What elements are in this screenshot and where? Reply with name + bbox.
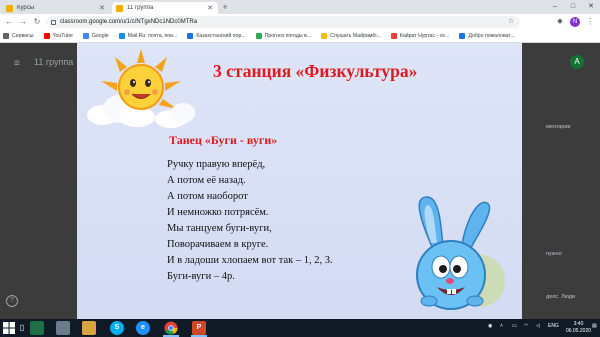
poem-line: Поворачиваем в круге.	[167, 239, 269, 250]
poem-line: Ручку правую вперёд,	[167, 159, 266, 170]
mailru-icon	[118, 33, 125, 39]
bookmark-portal[interactable]: Казахстанский пор...	[187, 33, 246, 39]
cloud-right	[155, 103, 195, 128]
forward-button[interactable]: →	[18, 17, 28, 27]
music-icon	[321, 33, 328, 39]
classroom-icon	[6, 4, 13, 12]
photos-icon[interactable]	[56, 321, 70, 335]
windows-taskbar: ▯ S e P ◉ ˄ ▭ ◠ ◁ ENG 3:40 06.05.2020 ▤	[0, 319, 600, 337]
poem-line: И в ладоши хлопаем вот так – 1, 2, 3.	[167, 255, 333, 266]
close-tab-icon[interactable]: ✕	[206, 4, 214, 12]
bookmark-music-2[interactable]: Кайрат Нуртас - се...	[390, 33, 450, 39]
bookmark-services[interactable]: Сервисы	[3, 33, 34, 39]
classroom-icon	[116, 4, 123, 12]
sun-illustration	[87, 49, 195, 128]
skype-icon[interactable]: S	[110, 321, 124, 335]
maximize-button[interactable]: □	[564, 0, 582, 14]
bookmark-label: Прогноз погоды в...	[264, 33, 312, 39]
address-bar[interactable]: classroom.google.com/u/1/c/NTgxNDc1NDc0M…	[46, 16, 520, 28]
people-icon[interactable]: ◉	[488, 323, 492, 329]
clock-time: 3:40	[573, 321, 584, 327]
slide-title: 3 станция «Физкультура»	[213, 61, 418, 81]
system-clock[interactable]: 3:40 06.05.2020	[566, 321, 591, 335]
windows-start-icon[interactable]	[3, 322, 15, 334]
extension-icon[interactable]: ◆	[555, 17, 565, 27]
notifications-icon[interactable]: ▤	[592, 323, 597, 329]
battery-icon[interactable]: ▭	[512, 323, 517, 329]
side-text: нужно	[546, 251, 562, 257]
reload-button[interactable]: ↻	[32, 17, 42, 27]
bookmark-label: YouTube	[52, 33, 73, 39]
wifi-icon[interactable]: ◠	[524, 323, 528, 329]
tab-strip: Курсы ✕ 11 группа ✕ + – □ ✕	[0, 0, 600, 14]
url-text: classroom.google.com/u/1/c/NTgxNDc1NDc0M…	[60, 19, 198, 25]
bookmark-youtube[interactable]: YouTube	[43, 33, 73, 39]
close-tab-icon[interactable]: ✕	[98, 4, 106, 12]
portal-icon	[187, 33, 194, 39]
presentation-slide: 3 станция «Физкультура» Танец «Буги - ву…	[77, 43, 522, 319]
poem-line: А потом наоборот	[167, 191, 248, 202]
bookmark-label: Казахстанский пор...	[196, 33, 246, 39]
weather-icon	[255, 33, 262, 39]
poem-line: Буги-вуги – 4р.	[167, 271, 235, 282]
bookmark-music-1[interactable]: Слушать Майрамбі...	[321, 33, 381, 39]
poem-line: А потом её назад.	[167, 175, 246, 186]
clock-date: 06.05.2020	[566, 328, 592, 334]
tab-courses[interactable]: Курсы ✕	[2, 2, 110, 14]
tab-label: Курсы	[17, 5, 35, 11]
language-indicator[interactable]: ENG	[548, 323, 559, 329]
lock-icon	[51, 19, 56, 25]
bookmark-label: Слушать Майрамбі...	[330, 33, 381, 39]
sun-face	[118, 64, 164, 110]
bookmark-label: Кайрат Нуртас - се...	[399, 33, 450, 39]
bookmark-label: Добро пожаловат...	[468, 33, 515, 39]
excel-icon[interactable]	[30, 321, 44, 335]
new-tab-button[interactable]: +	[220, 2, 230, 12]
tray-expand-icon[interactable]: ˄	[500, 323, 503, 329]
tab-11-group[interactable]: 11 группа ✕	[112, 2, 218, 14]
bookmark-label: Google	[91, 33, 109, 39]
powerpoint-icon[interactable]: P	[192, 321, 206, 335]
bookmark-star-icon[interactable]: ☆	[508, 17, 514, 25]
poem-text: Ручку правую вперёд, А потом её назад. А…	[167, 157, 333, 285]
profile-avatar[interactable]: N	[570, 17, 580, 27]
poem-line: И немножко потрясём.	[167, 207, 269, 218]
welcome-icon	[459, 33, 466, 39]
bunny-character-illustration	[416, 196, 505, 310]
dance-title: Танец «Буги - вуги»	[169, 133, 278, 147]
music-icon	[390, 33, 397, 39]
bookmark-mailru[interactable]: Mail.Ru: почта, пои...	[118, 33, 178, 39]
poem-line: Мы танцуем буги-вуги,	[167, 223, 272, 234]
bookmark-weather[interactable]: Прогноз погоды в...	[255, 33, 312, 39]
class-title[interactable]: 11 группа	[34, 57, 73, 67]
bookmark-welcome[interactable]: Добро пожаловат...	[459, 33, 515, 39]
side-text: делс. Люди	[546, 294, 575, 300]
apps-icon	[3, 33, 9, 39]
volume-icon[interactable]: ◁	[536, 323, 540, 329]
edge-icon[interactable]: e	[136, 321, 150, 335]
user-avatar[interactable]: A	[570, 55, 584, 69]
back-button[interactable]: ←	[4, 17, 14, 27]
help-button[interactable]: ?	[6, 295, 18, 307]
bookmark-google[interactable]: Google	[82, 33, 109, 39]
bookmark-label: Сервисы	[12, 33, 34, 39]
bookmark-label: Mail.Ru: почта, пои...	[127, 33, 178, 39]
bookmarks-bar: Сервисы YouTube Google Mail.Ru: почта, п…	[0, 30, 600, 43]
minimize-button[interactable]: –	[546, 0, 564, 14]
chrome-icon[interactable]	[164, 321, 178, 335]
side-text: ментарии	[546, 124, 571, 130]
navigation-bar: ← → ↻ classroom.google.com/u/1/c/NTgxNDc…	[0, 14, 600, 30]
hamburger-menu-icon[interactable]: ≡	[14, 58, 20, 69]
google-icon	[82, 33, 89, 39]
youtube-icon	[43, 33, 50, 39]
close-window-button[interactable]: ✕	[582, 0, 600, 14]
browser-menu-icon[interactable]: ⋮	[586, 17, 594, 26]
folder-icon[interactable]	[82, 321, 96, 335]
task-view-icon[interactable]: ▯	[17, 322, 27, 334]
tab-label: 11 группа	[127, 5, 154, 11]
